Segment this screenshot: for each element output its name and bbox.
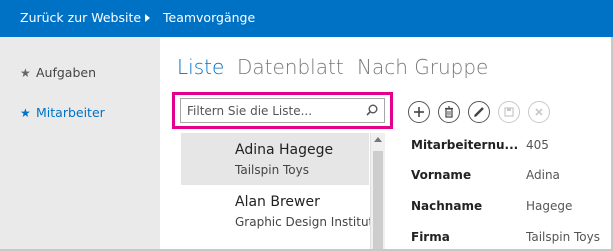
back-to-site-link[interactable]: Zurück zur Website (20, 10, 141, 25)
save-button[interactable] (498, 101, 520, 123)
list-item[interactable]: Alan Brewer Graphic Design Institut (181, 185, 373, 237)
list-item-company: Graphic Design Institut (235, 215, 374, 229)
add-button[interactable] (408, 101, 430, 123)
sidebar-item-aufgaben[interactable]: ★ Aufgaben (20, 65, 96, 80)
sidebar-item-mitarbeiter[interactable]: ★ Mitarbeiter (20, 105, 105, 120)
breadcrumb-current[interactable]: Teamvorgänge (163, 10, 255, 25)
search-icon[interactable] (366, 104, 378, 116)
star-icon: ★ (20, 66, 31, 80)
cancel-button[interactable] (528, 101, 550, 123)
field-label-firma: Firma (411, 230, 450, 244)
field-label-mitarbeiternummer: Mitarbeiternu... (411, 138, 519, 152)
field-value-vorname[interactable]: Adina (526, 168, 560, 182)
tab-datenblatt[interactable]: Datenblatt (237, 55, 344, 79)
delete-button[interactable] (438, 101, 460, 123)
scroll-thumb[interactable] (373, 151, 383, 249)
list-item-company: Tailspin Toys (235, 163, 309, 177)
sidebar-item-label: Mitarbeiter (36, 105, 105, 120)
top-bar: Zurück zur Website Teamvorgänge (0, 0, 613, 37)
field-label-vorname: Vorname (411, 168, 472, 182)
list-item-name: Adina Hagege (235, 142, 334, 158)
list-item-name: Alan Brewer (235, 194, 320, 210)
edit-button[interactable] (468, 101, 490, 123)
delete-icon (445, 106, 453, 118)
search-box (180, 98, 385, 123)
scroll-up-icon[interactable] (374, 137, 382, 142)
field-value-nachname[interactable]: Hagege (526, 199, 572, 213)
sidebar: ★ Aufgaben ★ Mitarbeiter (0, 37, 160, 251)
list-scrollbar[interactable] (370, 133, 385, 251)
search-input[interactable] (181, 99, 361, 122)
star-icon: ★ (20, 106, 31, 120)
field-label-nachname: Nachname (411, 199, 483, 213)
save-icon (504, 107, 514, 117)
field-value-mitarbeiternummer[interactable]: 405 (526, 138, 549, 152)
sidebar-item-label: Aufgaben (36, 65, 97, 80)
cancel-icon (535, 108, 543, 116)
breadcrumb-arrow-icon (145, 14, 150, 22)
tab-nach-gruppe[interactable]: Nach Gruppe (357, 55, 488, 79)
list-item[interactable]: Adina Hagege Tailspin Toys (181, 133, 369, 185)
edit-icon (474, 107, 484, 117)
tab-liste[interactable]: Liste (177, 55, 224, 79)
add-icon (414, 107, 424, 117)
field-value-firma[interactable]: Tailspin Toys (526, 230, 600, 244)
record-list: Adina Hagege Tailspin Toys Alan Brewer G… (181, 133, 386, 251)
